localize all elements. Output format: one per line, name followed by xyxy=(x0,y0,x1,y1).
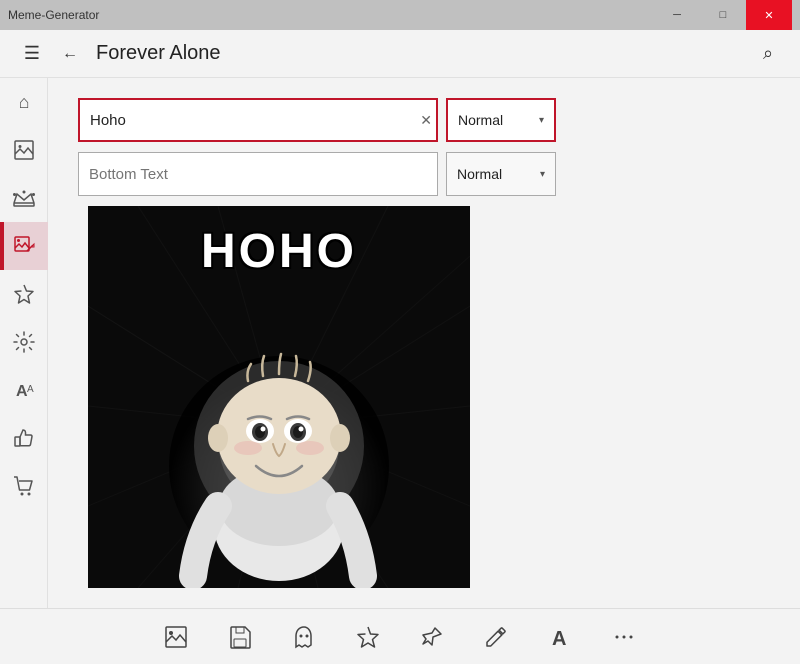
search-header-button[interactable]: ⌕ xyxy=(748,34,788,74)
main-layout: ⌂ xyxy=(0,78,800,608)
ghost-toolbar-icon xyxy=(292,625,316,649)
sidebar-item-crown[interactable] xyxy=(0,174,48,222)
sidebar: ⌂ xyxy=(0,78,48,608)
bottom-text-input[interactable] xyxy=(78,152,438,196)
minimize-button[interactable]: ─ xyxy=(654,0,700,30)
titlebar: Meme-Generator ─ □ ✕ xyxy=(0,0,800,30)
pencil-toolbar-icon xyxy=(484,625,508,649)
save-toolbar-icon xyxy=(228,625,252,649)
top-font-dropdown[interactable]: Normal ▾ xyxy=(446,98,556,142)
sidebar-item-gallery[interactable] xyxy=(0,126,48,174)
more-toolbar-button[interactable] xyxy=(602,615,646,659)
meme-top-text: HOHO xyxy=(88,224,470,279)
edit-toolbar-button[interactable] xyxy=(474,615,518,659)
cart-icon xyxy=(13,475,35,497)
sidebar-item-text[interactable]: A A xyxy=(0,366,48,414)
star-toolbar-button[interactable] xyxy=(346,615,390,659)
page-title: Forever Alone xyxy=(88,42,748,65)
top-input-row: ✕ Normal ▾ xyxy=(78,98,758,142)
bottom-toolbar: A xyxy=(0,608,800,664)
text-toolbar-button[interactable]: A xyxy=(538,615,582,659)
svg-text:A: A xyxy=(27,384,34,395)
sidebar-item-home[interactable]: ⌂ xyxy=(0,78,48,126)
content-area: ✕ Normal ▾ Normal ▾ HOHO xyxy=(48,78,800,608)
crown-icon xyxy=(13,189,35,207)
image-toolbar-button[interactable] xyxy=(154,615,198,659)
sidebar-item-like[interactable] xyxy=(0,414,48,462)
top-font-dropdown-value: Normal xyxy=(458,112,503,128)
meme-canvas: HOHO xyxy=(88,206,470,588)
titlebar-controls: ─ □ ✕ xyxy=(654,0,792,30)
thumbs-up-icon xyxy=(13,427,35,449)
back-button[interactable]: ← xyxy=(52,36,88,72)
app: ☰ ← Forever Alone ⌕ ⌂ xyxy=(0,30,800,664)
top-text-input[interactable] xyxy=(78,98,438,142)
bottom-font-dropdown[interactable]: Normal ▾ xyxy=(446,152,556,196)
star-icon xyxy=(13,283,35,305)
header: ☰ ← Forever Alone ⌕ xyxy=(0,30,800,78)
bottom-input-wrapper xyxy=(78,152,438,196)
pin-toolbar-icon xyxy=(420,625,444,649)
maximize-button[interactable]: □ xyxy=(700,0,746,30)
sidebar-item-favorites[interactable] xyxy=(0,270,48,318)
bottom-font-dropdown-value: Normal xyxy=(457,166,502,182)
text-format-icon: A A xyxy=(13,379,35,401)
text-toolbar-icon: A xyxy=(548,625,572,649)
top-input-wrapper: ✕ xyxy=(78,98,438,142)
close-button[interactable]: ✕ xyxy=(746,0,792,30)
image-edit-icon xyxy=(13,235,35,257)
save-toolbar-button[interactable] xyxy=(218,615,262,659)
hamburger-button[interactable]: ☰ xyxy=(12,34,52,74)
sidebar-item-cart[interactable] xyxy=(0,462,48,510)
gallery-icon xyxy=(13,139,35,161)
sidebar-item-image-edit[interactable] xyxy=(0,222,48,270)
titlebar-title: Meme-Generator xyxy=(8,8,654,22)
star-toolbar-icon xyxy=(356,625,380,649)
gear-icon xyxy=(13,331,35,353)
top-font-dropdown-arrow: ▾ xyxy=(539,115,544,126)
clear-top-input-button[interactable]: ✕ xyxy=(420,113,432,127)
more-toolbar-icon xyxy=(612,625,636,649)
sidebar-item-settings[interactable] xyxy=(0,318,48,366)
bottom-input-row: Normal ▾ xyxy=(78,152,758,196)
pin-toolbar-button[interactable] xyxy=(410,615,454,659)
bottom-font-dropdown-arrow: ▾ xyxy=(540,169,545,180)
image-toolbar-icon xyxy=(164,625,188,649)
ghost-toolbar-button[interactable] xyxy=(282,615,326,659)
